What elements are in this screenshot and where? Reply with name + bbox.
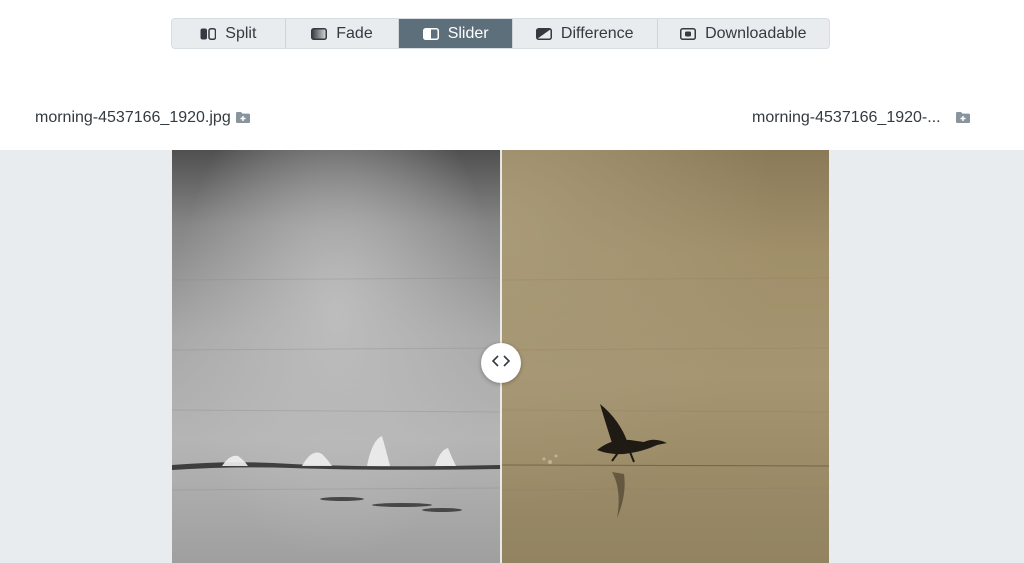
fade-icon [311, 27, 328, 40]
difference-icon [535, 27, 552, 40]
chevrons-left-right-icon [491, 354, 511, 372]
tab-fade[interactable]: Fade [286, 19, 400, 48]
image-comparison-viewer[interactable] [172, 150, 829, 563]
tab-difference[interactable]: Difference [513, 19, 658, 48]
folder-plus-icon[interactable] [955, 111, 971, 124]
tab-difference-label: Difference [560, 24, 634, 42]
tab-split-label: Split [225, 24, 257, 42]
file-bar: morning-4537166_1920.jpg morning-4537166… [0, 103, 1024, 133]
tab-slider[interactable]: Slider [399, 19, 513, 48]
slider-icon [422, 27, 439, 40]
before-image [172, 150, 501, 563]
right-file-name: morning-4537166_1920-... [752, 109, 941, 126]
tab-slider-label: Slider [447, 24, 489, 42]
tab-downloadable-label: Downloadable [705, 24, 807, 42]
split-icon [200, 27, 217, 40]
left-file-name: morning-4537166_1920.jpg [35, 109, 231, 126]
tab-split[interactable]: Split [172, 19, 286, 48]
slider-handle[interactable] [481, 343, 521, 383]
folder-plus-icon[interactable] [235, 111, 251, 124]
view-mode-toolbar: Split Fade Slider Difference Downloadabl… [171, 18, 830, 49]
comparison-stage [0, 150, 1024, 563]
tab-fade-label: Fade [336, 24, 373, 42]
downloadable-icon [680, 27, 697, 40]
tab-downloadable[interactable]: Downloadable [658, 19, 829, 48]
